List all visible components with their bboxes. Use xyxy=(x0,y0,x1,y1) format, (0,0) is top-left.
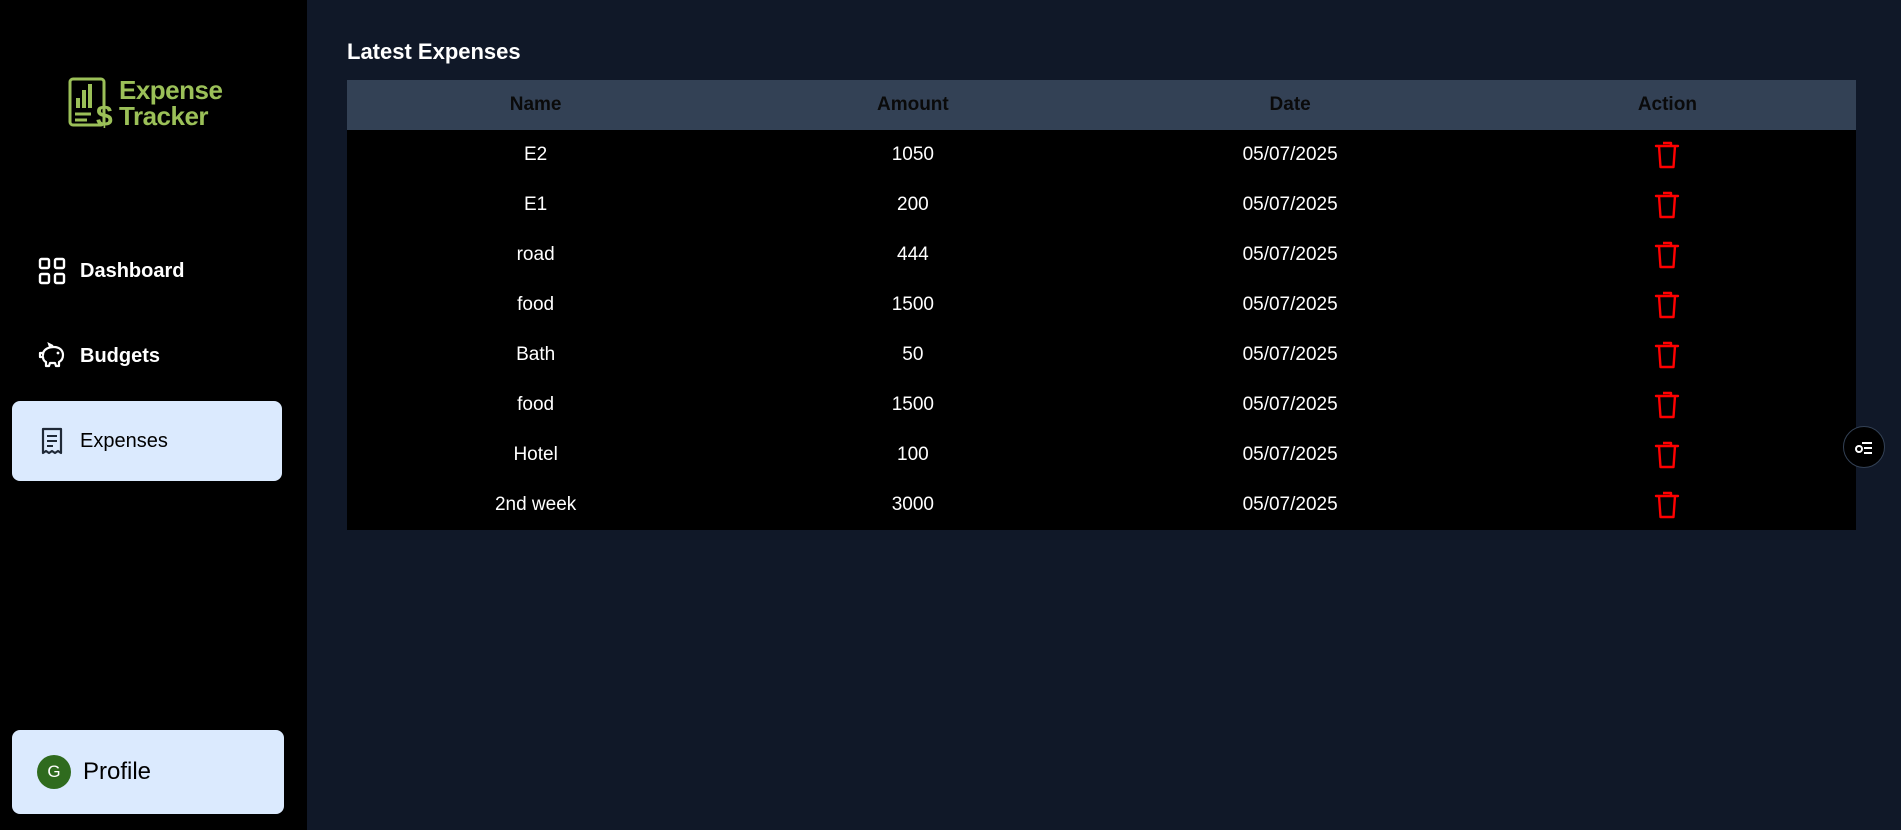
cell-name: E2 xyxy=(524,144,548,165)
cell-amount: 200 xyxy=(897,194,929,215)
floating-settings-button[interactable] xyxy=(1843,426,1885,468)
cell-amount: 1500 xyxy=(891,394,935,415)
table-row: Hotel 100 05/07/2025 xyxy=(347,430,1856,480)
cell-date: 05/07/2025 xyxy=(1242,344,1338,365)
trash-icon xyxy=(1654,491,1680,519)
delete-button[interactable] xyxy=(1654,190,1680,220)
avatar: G xyxy=(37,755,71,789)
cell-name: food xyxy=(517,394,555,415)
cell-amount: 1500 xyxy=(891,294,935,315)
profile-button[interactable]: G Profile xyxy=(12,730,284,814)
sidebar: $ Expense Tracker Dashboard Budgets Expe… xyxy=(0,0,307,830)
grid-icon xyxy=(38,257,66,285)
sidebar-item-expenses[interactable]: Expenses xyxy=(12,401,282,481)
trash-icon xyxy=(1654,141,1680,169)
cell-date: 05/07/2025 xyxy=(1242,144,1338,165)
trash-icon xyxy=(1654,391,1680,419)
receipt-dollar-chart-icon: $ xyxy=(68,77,113,130)
cell-date: 05/07/2025 xyxy=(1242,294,1338,315)
cell-name: E1 xyxy=(524,194,548,215)
profile-label: Profile xyxy=(83,758,152,785)
cell-amount: 100 xyxy=(897,444,929,465)
cell-name: Hotel xyxy=(513,444,558,465)
cell-action xyxy=(1479,480,1856,530)
app-logo[interactable]: $ Expense Tracker xyxy=(67,75,223,131)
delete-button[interactable] xyxy=(1654,140,1680,170)
app-name-line2: Tracker xyxy=(119,101,209,131)
column-header-date: Date xyxy=(1269,94,1311,115)
sidebar-item-label: Expenses xyxy=(80,429,168,452)
cell-action xyxy=(1479,130,1856,180)
table-row: road 444 05/07/2025 xyxy=(347,230,1856,280)
main-content: Latest Expenses Name Amount Date Action … xyxy=(347,38,1856,530)
sidebar-item-dashboard[interactable]: Dashboard xyxy=(12,231,282,311)
cell-action xyxy=(1479,280,1856,330)
trash-icon xyxy=(1654,441,1680,469)
table-header-row: Name Amount Date Action xyxy=(347,80,1856,130)
trash-icon xyxy=(1654,291,1680,319)
page-title: Latest Expenses xyxy=(347,39,521,64)
delete-button[interactable] xyxy=(1654,490,1680,520)
column-header-name: Name xyxy=(509,94,562,115)
svg-text:$: $ xyxy=(96,100,113,130)
expenses-table: Name Amount Date Action E2 1050 05/07/2025… xyxy=(347,80,1856,530)
cell-action xyxy=(1479,380,1856,430)
cell-date: 05/07/2025 xyxy=(1242,394,1338,415)
cell-date: 05/07/2025 xyxy=(1242,494,1338,515)
delete-button[interactable] xyxy=(1654,340,1680,370)
receipt-icon xyxy=(38,427,66,455)
table-row: Bath 50 05/07/2025 xyxy=(347,330,1856,380)
table-row: food 1500 05/07/2025 xyxy=(347,380,1856,430)
app-name-line1: Expense xyxy=(119,75,223,105)
app-name: Expense Tracker xyxy=(119,75,223,131)
table-row: E2 1050 05/07/2025 xyxy=(347,130,1856,180)
sidebar-item-label: Dashboard xyxy=(80,259,185,282)
table-row: 2nd week 3000 05/07/2025 xyxy=(347,480,1856,530)
cell-amount: 50 xyxy=(902,344,924,365)
trash-icon xyxy=(1654,341,1680,369)
cell-action xyxy=(1479,430,1856,480)
cell-amount: 3000 xyxy=(891,494,935,515)
column-header-action: Action xyxy=(1637,94,1697,115)
column-header-amount: Amount xyxy=(876,94,949,115)
cell-name: road xyxy=(516,244,555,265)
sidebar-item-budgets[interactable]: Budgets xyxy=(12,316,282,396)
delete-button[interactable] xyxy=(1654,390,1680,420)
delete-button[interactable] xyxy=(1654,240,1680,270)
piggy-bank-icon xyxy=(38,342,66,370)
trash-icon xyxy=(1654,241,1680,269)
delete-button[interactable] xyxy=(1654,440,1680,470)
cell-name: food xyxy=(517,294,555,315)
table-row: food 1500 05/07/2025 xyxy=(347,280,1856,330)
cell-date: 05/07/2025 xyxy=(1242,194,1338,215)
cell-action xyxy=(1479,330,1856,380)
cell-action xyxy=(1479,180,1856,230)
delete-button[interactable] xyxy=(1654,290,1680,320)
cell-date: 05/07/2025 xyxy=(1242,244,1338,265)
cell-amount: 444 xyxy=(897,244,929,265)
cell-action xyxy=(1479,230,1856,280)
cell-date: 05/07/2025 xyxy=(1242,444,1338,465)
cell-name: Bath xyxy=(516,344,556,365)
sidebar-item-label: Budgets xyxy=(80,344,160,367)
cell-name: 2nd week xyxy=(494,494,577,515)
table-row: E1 200 05/07/2025 xyxy=(347,180,1856,230)
settings-list-icon xyxy=(1855,442,1872,454)
trash-icon xyxy=(1654,191,1680,219)
cell-amount: 1050 xyxy=(891,144,935,165)
